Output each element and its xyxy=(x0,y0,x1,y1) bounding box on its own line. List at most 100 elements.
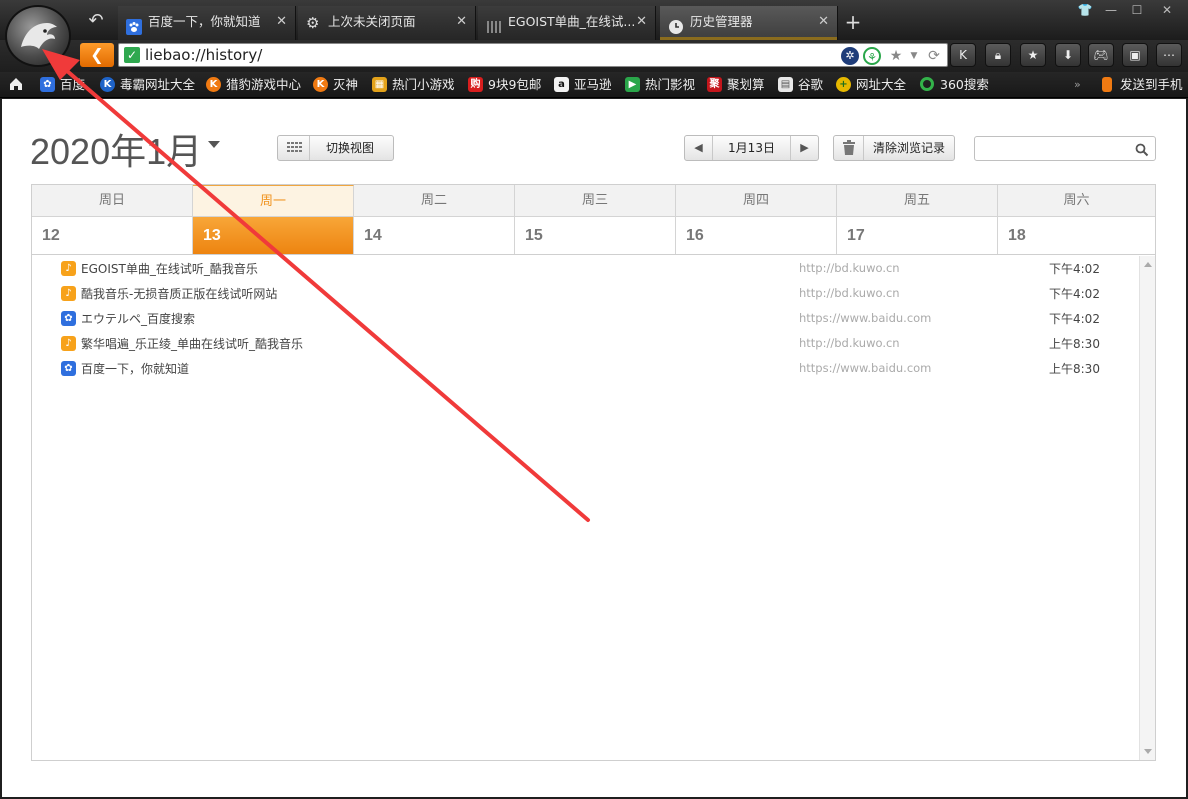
undo-close-tab-icon[interactable]: ↶ xyxy=(84,10,108,32)
bookmark-url-directory[interactable]: + 网址大全 xyxy=(836,76,906,94)
download-icon[interactable]: ⬇ xyxy=(1055,43,1081,67)
liebao-logo[interactable] xyxy=(5,5,71,67)
search-box xyxy=(974,136,1156,161)
bookmark-duba[interactable]: K 毒霸网址大全 xyxy=(100,76,195,94)
month-title[interactable]: 2020年1月 xyxy=(30,123,202,175)
bookmarks-bar: ✿ 百度 K 毒霸网址大全 K 猎豹游戏中心 K 灭神 ▦ 热门小游戏 购 9块9包邮 a亚… xyxy=(0,72,1188,98)
bookmark-hot-video[interactable]: ▶ 热门影视 xyxy=(625,76,695,94)
chevron-down-icon[interactable] xyxy=(208,141,220,148)
weekday-header: 周日 周一 周二 周三 周四 周五 周六 xyxy=(32,185,1155,217)
bookmark-label: 百度 xyxy=(60,77,86,92)
day-cell[interactable]: 15 xyxy=(515,217,676,254)
scroll-down-icon[interactable] xyxy=(1144,749,1152,754)
weekday-wed: 周三 xyxy=(515,185,676,216)
day-cell[interactable]: 12 xyxy=(32,217,193,254)
weekday-mon: 周一 xyxy=(193,185,354,216)
speed-mode-icon[interactable]: ⚘ xyxy=(863,47,881,65)
bookmark-label: 谷歌 xyxy=(798,77,824,92)
star-icon[interactable]: ★ xyxy=(887,47,905,65)
tab-title: 历史管理器 xyxy=(690,14,753,29)
tab-history-manager[interactable]: 历史管理器 ✕ xyxy=(660,6,838,40)
tab-bar: ↶ 百度一下，你就知道 ✕ ⚙ 上次未关闭页面 ✕ EGOIST单曲_在线试..… xyxy=(0,0,1188,40)
kuwo-icon: ♪ xyxy=(61,261,76,276)
history-title[interactable]: エウテルペ_百度搜索 xyxy=(81,310,195,327)
bookmark-9kuai9[interactable]: 购 9块9包邮 xyxy=(468,76,541,94)
minimize-icon[interactable]: — xyxy=(1100,2,1122,18)
bookmark-game-center[interactable]: K 猎豹游戏中心 xyxy=(206,76,301,94)
bookmark-mini-games[interactable]: ▦ 热门小游戏 xyxy=(372,76,455,94)
switch-view-label: 切换视图 xyxy=(326,141,375,155)
history-page: 2020年1月 切换视图 ◀ 1月13日 ▶ 清除浏览记录 周日 周一 周二 周… xyxy=(2,99,1186,797)
close-icon[interactable]: ✕ xyxy=(276,6,287,38)
bookmark-amazon[interactable]: a 亚马逊 xyxy=(554,76,612,94)
search-input[interactable] xyxy=(979,140,1129,158)
tv-icon[interactable]: ▣ xyxy=(1122,43,1148,67)
address-bar[interactable]: ✓ liebao://history/ ✲ ⚘ ★ ▼ ⟳ xyxy=(118,43,948,67)
ju-icon: 聚 xyxy=(707,77,722,92)
day-cell[interactable]: 16 xyxy=(676,217,837,254)
home-icon[interactable] xyxy=(8,76,26,94)
shirt-icon[interactable]: 👕 xyxy=(1074,2,1096,18)
history-time: 上午8:30 xyxy=(1049,337,1100,351)
navigation-bar: ❮ ✓ liebao://history/ ✲ ⚘ ★ ▼ ⟳ K 🔒︎ ★ ⬇… xyxy=(0,40,1188,72)
current-date[interactable]: 1月13日 xyxy=(713,136,790,160)
history-time: 下午4:02 xyxy=(1049,287,1100,301)
send-to-phone-button[interactable]: 发送到手机 xyxy=(1100,76,1183,94)
url-text[interactable]: liebao://history/ xyxy=(145,46,262,64)
tab-baidu[interactable]: 百度一下，你就知道 ✕ xyxy=(118,6,296,40)
bookmark-google[interactable]: ▤ 谷歌 xyxy=(778,76,823,94)
history-title[interactable]: 繁华唱遍_乐正绫_单曲在线试听_酷我音乐 xyxy=(81,335,303,352)
prev-day-button[interactable]: ◀ xyxy=(685,136,713,160)
bookmark-360-search[interactable]: 360搜索 xyxy=(920,76,989,94)
lock-icon[interactable]: 🔒︎ xyxy=(985,43,1011,67)
weekday-sat: 周六 xyxy=(1063,193,1090,208)
history-row[interactable]: ♪ EGOIST单曲_在线试听_酷我音乐 http://bd.kuwo.cn 下… xyxy=(32,256,1137,281)
bookmark-mieshen[interactable]: K 灭神 xyxy=(313,76,358,94)
day-cell[interactable]: 18 xyxy=(998,217,1155,254)
back-button[interactable]: ❮ xyxy=(80,43,114,67)
scroll-up-icon[interactable] xyxy=(1144,262,1152,267)
refresh-icon[interactable]: ⟳ xyxy=(925,47,943,65)
history-title[interactable]: EGOIST单曲_在线试听_酷我音乐 xyxy=(81,260,258,277)
new-tab-button[interactable]: + xyxy=(842,11,864,33)
game-icon: ▦ xyxy=(372,77,387,92)
bookmark-juhuasuan[interactable]: 聚聚划算 xyxy=(707,76,765,94)
scrollbar[interactable] xyxy=(1139,256,1155,760)
gamepad-icon[interactable]: 🎮︎ xyxy=(1088,43,1114,67)
history-row[interactable]: ✿ エウテルペ_百度搜索 https://www.baidu.com 下午4:0… xyxy=(32,306,1137,331)
baidu-paw-icon: ✿ xyxy=(61,361,76,376)
history-title[interactable]: 酷我音乐-无损音质正版在线试听网站 xyxy=(81,285,277,302)
clear-history-label: 清除浏览记录 xyxy=(873,141,946,155)
tab-unclosed-pages[interactable]: ⚙ 上次未关闭页面 ✕ xyxy=(298,6,476,40)
maximize-icon[interactable]: ☐ xyxy=(1126,2,1148,18)
kingsoft-k-icon[interactable]: K xyxy=(950,43,976,67)
tab-egoist[interactable]: EGOIST单曲_在线试... ✕ xyxy=(478,6,656,40)
chevron-down-icon[interactable]: ▼ xyxy=(905,47,923,65)
history-row[interactable]: ♪ 酷我音乐-无损音质正版在线试听网站 http://bd.kuwo.cn 下午… xyxy=(32,281,1137,306)
history-calendar: 周日 周一 周二 周三 周四 周五 周六 12 13 14 15 16 17 1… xyxy=(31,184,1156,761)
clear-history-button[interactable]: 清除浏览记录 xyxy=(833,135,955,161)
compat-mode-icon[interactable]: ✲ xyxy=(841,47,859,65)
more-icon[interactable]: ⋯ xyxy=(1156,43,1182,67)
next-day-button[interactable]: ▶ xyxy=(790,136,818,160)
tab-title: 上次未关闭页面 xyxy=(328,14,416,29)
close-icon[interactable]: ✕ xyxy=(818,6,829,38)
send-to-phone-label: 发送到手机 xyxy=(1120,77,1183,92)
close-icon[interactable]: ✕ xyxy=(636,6,647,38)
bookmark-baidu[interactable]: ✿ 百度 xyxy=(40,76,85,94)
close-icon[interactable]: ✕ xyxy=(456,6,467,38)
bookmarks-overflow-icon[interactable]: » xyxy=(1074,76,1081,94)
favorites-star-icon[interactable]: ★ xyxy=(1020,43,1046,67)
day-cell[interactable]: 17 xyxy=(837,217,998,254)
day-cell-selected[interactable]: 13 xyxy=(193,217,354,254)
close-window-icon[interactable]: ✕ xyxy=(1156,2,1178,18)
history-time: 上午8:30 xyxy=(1049,362,1100,376)
day-cell[interactable]: 14 xyxy=(354,217,515,254)
search-icon[interactable] xyxy=(1135,142,1149,157)
history-row[interactable]: ♪ 繁华唱遍_乐正绫_单曲在线试听_酷我音乐 http://bd.kuwo.cn… xyxy=(32,331,1137,356)
baidu-paw-icon: ✿ xyxy=(40,77,55,92)
history-row[interactable]: ✿ 百度一下，你就知道 https://www.baidu.com 上午8:30 xyxy=(32,356,1137,381)
history-url: https://www.baidu.com xyxy=(799,361,932,375)
history-title[interactable]: 百度一下，你就知道 xyxy=(81,360,189,377)
switch-view-button[interactable]: 切换视图 xyxy=(277,135,394,161)
